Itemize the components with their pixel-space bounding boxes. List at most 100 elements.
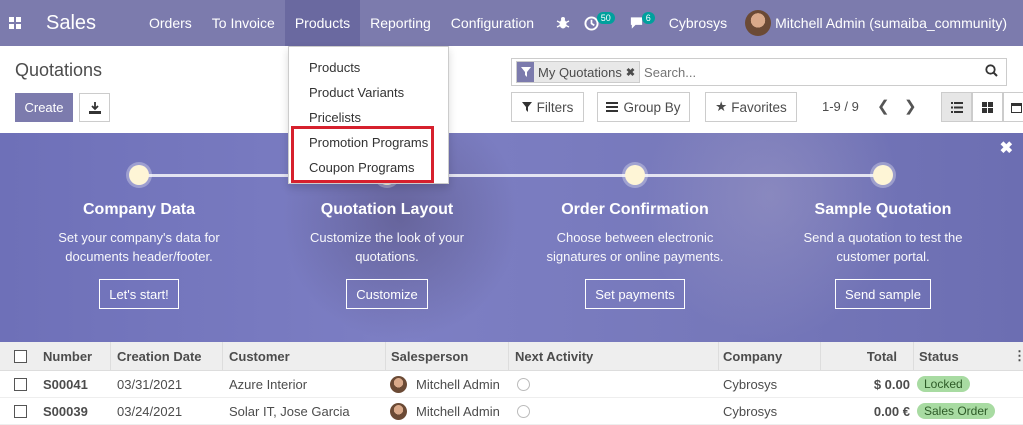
menu-item-product-variants[interactable]: Product Variants — [309, 85, 404, 100]
avatar — [745, 10, 772, 36]
bug-icon[interactable] — [556, 16, 570, 30]
message-count-badge: 6 — [641, 12, 655, 24]
pager-next-icon[interactable]: ❯ — [904, 97, 917, 115]
step-description: quotations. — [355, 249, 419, 264]
list-view-icon[interactable] — [941, 92, 972, 122]
filters-label: Filters — [536, 99, 574, 115]
send-sample-button[interactable]: Send sample — [835, 279, 931, 309]
menu-products[interactable]: Products — [284, 0, 361, 46]
favorites-label: Favorites — [731, 99, 787, 115]
groupby-icon — [606, 102, 619, 112]
column-next-activity[interactable]: Next Activity — [515, 342, 593, 370]
groupby-button[interactable]: Group By — [597, 92, 690, 122]
step-quotation-layout: Quotation Layout Customize the look of y… — [287, 201, 487, 266]
search-input[interactable] — [644, 64, 985, 80]
step-description: Set your company's data for — [58, 230, 220, 245]
column-customer[interactable]: Customer — [229, 342, 290, 370]
filter-icon — [521, 102, 532, 112]
column-status[interactable]: Status — [919, 342, 959, 370]
page-title[interactable]: Quotations — [15, 60, 102, 81]
menu-configuration[interactable]: Configuration — [441, 0, 544, 46]
column-creation-date[interactable]: Creation Date — [117, 342, 202, 370]
step-dot — [873, 165, 893, 185]
user-menu[interactable]: Mitchell Admin (sumaiba_community) — [745, 10, 1007, 36]
search-icon[interactable] — [985, 64, 998, 80]
activity-icon[interactable] — [517, 371, 530, 397]
menu-reporting[interactable]: Reporting — [360, 0, 441, 46]
user-name: Mitchell Admin (sumaiba_community) — [775, 15, 1007, 31]
step-order-confirmation: Order Confirmation Choose between electr… — [535, 201, 735, 266]
table-row[interactable]: S00039 03/24/2021 Solar IT, Jose Garcia … — [0, 398, 1023, 425]
activity-count-badge: 50 — [596, 12, 615, 24]
company-switcher[interactable]: Cybrosys — [669, 15, 727, 31]
status-badge: Locked — [917, 371, 970, 397]
row-date: 03/24/2021 — [117, 403, 183, 419]
step-title: Quotation Layout — [320, 201, 454, 218]
create-button[interactable]: Create — [15, 93, 73, 122]
progress-line — [139, 174, 883, 177]
table-row[interactable]: S00041 03/31/2021 Azure Interior Mitchel… — [0, 371, 1023, 398]
row-customer: Azure Interior — [229, 376, 308, 392]
pager-previous-icon[interactable]: ❮ — [877, 97, 890, 115]
step-dot — [129, 165, 149, 185]
close-icon[interactable]: ✖ — [1000, 138, 1013, 158]
download-button[interactable] — [79, 93, 110, 122]
menu-orders[interactable]: Orders — [139, 0, 202, 46]
row-total: $ 0.00 — [873, 376, 910, 392]
column-company[interactable]: Company — [723, 342, 782, 370]
activity-icon[interactable] — [517, 398, 530, 424]
filter-icon — [517, 62, 534, 82]
row-total: 0.00 € — [873, 403, 910, 419]
step-title: Order Confirmation — [561, 201, 709, 218]
step-dot — [625, 165, 645, 185]
menu-item-products[interactable]: Products — [309, 60, 360, 75]
onboarding-banner: ✖ Company Data Set your company's data f… — [0, 133, 1023, 342]
step-sample-quotation: Sample Quotation Send a quotation to tes… — [783, 201, 983, 266]
facet-label: My Quotations — [538, 64, 622, 80]
menu-item-pricelists[interactable]: Pricelists — [309, 110, 361, 125]
customize-button[interactable]: Customize — [346, 279, 428, 309]
row-salesperson: Mitchell Admin — [390, 398, 500, 424]
chat-icon[interactable]: 6 — [629, 12, 655, 30]
column-total[interactable]: Total — [820, 342, 897, 370]
row-company: Cybrosys — [723, 376, 778, 392]
filters-button[interactable]: Filters — [511, 92, 584, 122]
download-icon — [88, 101, 101, 114]
row-checkbox[interactable] — [14, 371, 27, 397]
favorites-button[interactable]: ★ Favorites — [705, 92, 797, 122]
select-all-checkbox[interactable] — [14, 342, 27, 370]
row-company: Cybrosys — [723, 403, 778, 419]
step-description: Send a quotation to test the — [803, 230, 963, 245]
step-description: customer portal. — [836, 249, 930, 264]
pager-value[interactable]: 1-9 / 9 — [822, 99, 859, 114]
menu-to-invoice[interactable]: To Invoice — [202, 0, 285, 46]
step-description: Choose between electronic — [556, 230, 714, 245]
groupby-label: Group By — [623, 99, 681, 115]
row-customer: Solar IT, Jose Garcia — [229, 403, 350, 419]
avatar — [390, 375, 407, 393]
row-number: S00041 — [43, 376, 88, 392]
top-navbar: Sales Orders To Invoice Products Reporti… — [0, 0, 1023, 46]
salesperson-name: Mitchell Admin — [416, 376, 500, 392]
step-company-data: Company Data Set your company's data for… — [39, 201, 239, 266]
column-salesperson[interactable]: Salesperson — [391, 342, 468, 370]
column-number[interactable]: Number — [43, 342, 92, 370]
activity-clock-icon[interactable]: 50 — [584, 12, 615, 31]
apps-grid-icon[interactable] — [0, 0, 30, 46]
lets-start-button[interactable]: Let's start! — [99, 279, 179, 309]
remove-icon[interactable]: ✖ — [626, 66, 639, 79]
systray: 50 6 Cybrosys Mitchell Admin (sumaiba_co… — [556, 0, 1023, 46]
kanban-view-icon[interactable] — [972, 92, 1003, 122]
row-checkbox[interactable] — [14, 398, 27, 424]
highlight-box — [291, 126, 434, 183]
set-payments-button[interactable]: Set payments — [585, 279, 685, 309]
calendar-view-icon[interactable] — [1003, 92, 1023, 122]
step-title: Company Data — [82, 201, 196, 218]
column-options-icon[interactable]: ⋮ — [1013, 342, 1023, 370]
step-description: documents header/footer. — [65, 249, 213, 264]
favorite-star-icon: ★ — [715, 99, 728, 114]
search-facet: My Quotations ✖ — [516, 61, 641, 83]
avatar — [390, 402, 407, 420]
table-header: Number Creation Date Customer Salesperso… — [0, 342, 1023, 371]
app-brand[interactable]: Sales — [46, 12, 139, 35]
